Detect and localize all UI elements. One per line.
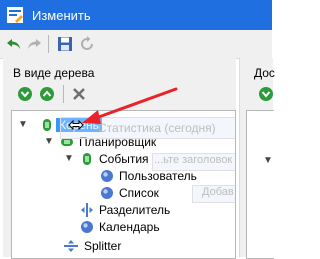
undo-icon[interactable]	[6, 36, 22, 52]
redo-icon[interactable]	[26, 36, 42, 52]
collapse-chevron-icon[interactable]: ▼	[64, 153, 74, 164]
collapse-chevron-icon[interactable]: ▼	[18, 119, 28, 130]
calendar-node-icon	[81, 221, 93, 233]
drag-ghost-stats: Статистика (сегодня)	[98, 121, 216, 135]
splitter-node-icon	[64, 240, 78, 252]
delete-icon[interactable]	[71, 86, 87, 102]
title-bar: Изменить	[0, 0, 272, 30]
toolbar	[0, 30, 272, 59]
tree-label-events: События	[99, 152, 149, 166]
save-icon[interactable]	[57, 36, 73, 52]
right-list-view[interactable]: ▼	[246, 110, 274, 259]
events-node-icon	[83, 153, 91, 165]
right-section-title: Дос	[254, 66, 275, 80]
move-up-icon[interactable]	[39, 86, 55, 102]
tree-label-separator: Разделитель	[99, 203, 171, 217]
tree-label-splitter: Splitter	[84, 239, 122, 253]
move-down-icon[interactable]	[258, 86, 274, 102]
separator-node-icon	[81, 203, 93, 217]
tree-item-separator[interactable]: Разделитель	[12, 202, 235, 219]
drag-ghost-header-hint: ...ьте заголовок	[154, 154, 233, 166]
refresh-icon[interactable]	[79, 36, 95, 52]
list-node-icon	[101, 187, 113, 199]
tree-label-user: Пользователь	[119, 169, 197, 183]
right-panel: Дос ▼	[239, 58, 275, 259]
tree-view[interactable]: ▼ Корень ▼ Планировщик ▼ События	[11, 110, 236, 259]
tree-panel: В виде дерева ▼ Корень ▼ Планировщик	[3, 58, 236, 259]
tree-label-calendar: Календарь	[99, 220, 160, 234]
move-cursor-icon	[68, 119, 84, 131]
tree-item-calendar[interactable]: Календарь	[12, 219, 235, 236]
toolbar-separator	[48, 35, 49, 53]
tree-section-title: В виде дерева	[13, 66, 95, 80]
subtoolbar-separator	[63, 85, 64, 103]
window-title: Изменить	[32, 8, 91, 23]
move-down-icon[interactable]	[17, 86, 33, 102]
user-node-icon	[101, 170, 113, 182]
root-node-icon	[43, 119, 51, 131]
collapse-chevron-icon[interactable]: ▼	[44, 136, 54, 147]
drag-ghost-add-hint: Добав	[202, 186, 234, 198]
tree-item-splitter[interactable]: Splitter	[12, 238, 235, 255]
edit-window-icon	[7, 7, 23, 23]
collapse-chevron-icon[interactable]: ▼	[263, 155, 273, 166]
tree-label-list: Список	[119, 186, 159, 200]
